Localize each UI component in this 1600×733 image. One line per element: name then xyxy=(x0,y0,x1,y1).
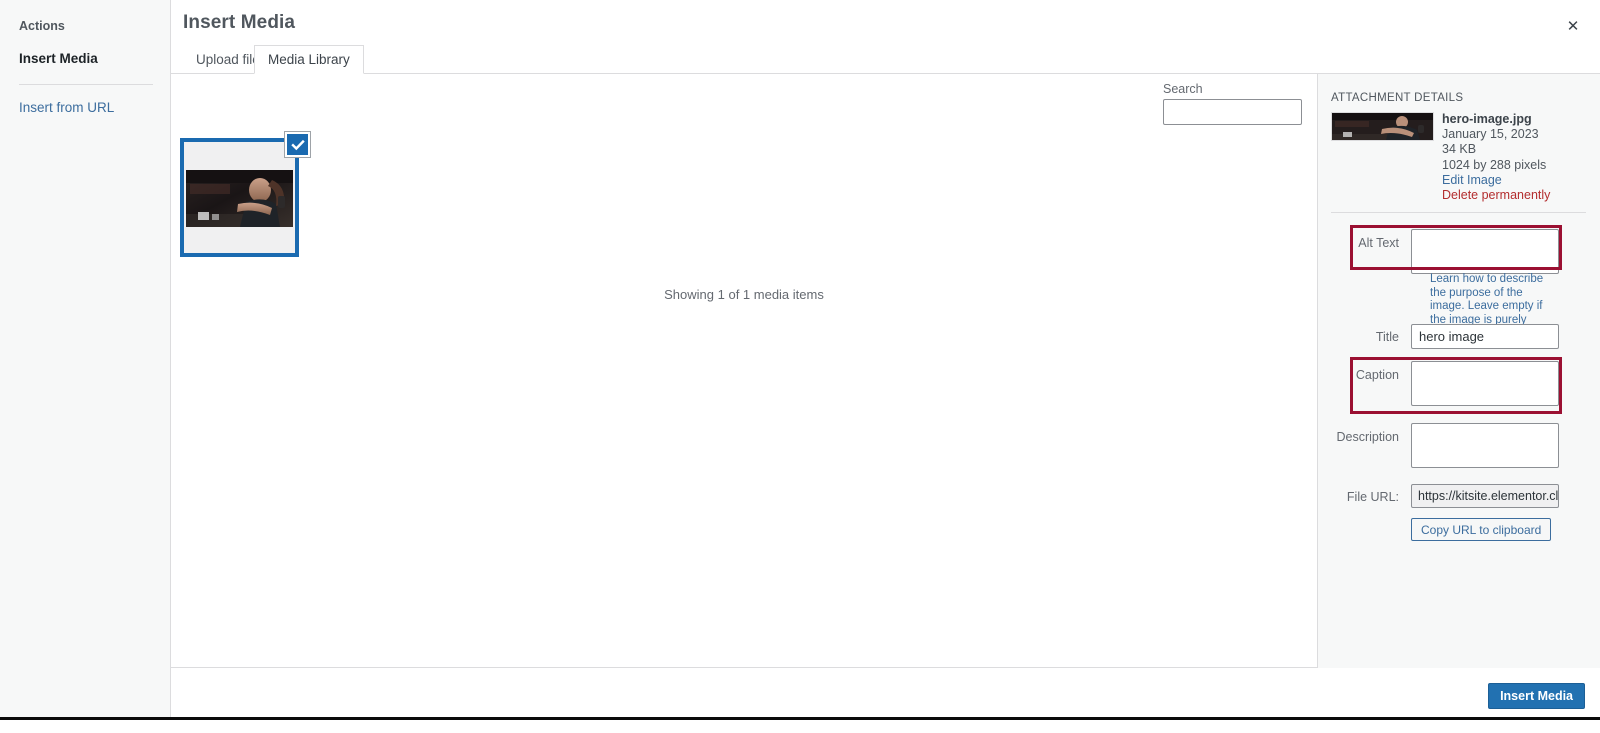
attachment-filename: hero-image.jpg xyxy=(1442,112,1532,126)
edit-image-link[interactable]: Edit Image xyxy=(1442,173,1592,188)
attachment-date: January 15, 2023 xyxy=(1442,127,1539,142)
media-item-image-wrap xyxy=(184,144,295,251)
insert-media-button[interactable]: Insert Media xyxy=(1488,683,1585,709)
alt-text-label: Alt Text xyxy=(1358,236,1399,250)
title-label: Title xyxy=(1375,330,1399,344)
page-background-bottom xyxy=(0,720,1600,733)
tab-media-library[interactable]: Media Library xyxy=(254,45,364,74)
attachment-details-panel: ATTACHMENT DETAILS hero-image.jpg Januar… xyxy=(1317,74,1600,668)
sidebar-item-insert-media[interactable]: Insert Media xyxy=(19,51,98,66)
sidebar-item-insert-from-url[interactable]: Insert from URL xyxy=(19,100,114,115)
attachment-preview-image xyxy=(1332,113,1433,140)
attachment-preview-thumbnail[interactable] xyxy=(1331,112,1434,141)
caption-field[interactable] xyxy=(1411,361,1559,406)
sidebar-heading: Actions xyxy=(19,19,65,33)
media-item-thumbnail[interactable] xyxy=(180,132,310,257)
sidebar-divider xyxy=(19,84,153,85)
delete-permanently-link[interactable]: Delete permanently xyxy=(1442,188,1592,203)
attachment-filesize: 34 KB xyxy=(1442,142,1477,157)
description-field[interactable] xyxy=(1411,423,1559,468)
attachment-metadata: hero-image.jpg January 15, 2023 34 KB 10… xyxy=(1442,112,1592,203)
caption-label: Caption xyxy=(1355,368,1399,382)
media-item-checkbox[interactable] xyxy=(285,132,310,157)
attachment-dimensions: 1024 by 288 pixels xyxy=(1442,157,1547,172)
title-field[interactable] xyxy=(1411,324,1559,349)
hero-image-thumbnail xyxy=(186,170,293,227)
insert-media-modal: Actions Insert Media Insert from URL Ins… xyxy=(0,0,1600,733)
search-input[interactable] xyxy=(1163,99,1302,125)
media-count-status: Showing 1 of 1 media items xyxy=(664,287,824,302)
details-divider xyxy=(1331,212,1586,213)
alt-text-field[interactable] xyxy=(1411,229,1559,274)
page-title: Insert Media xyxy=(183,12,296,33)
media-library-content: Search Showing 1 of 1 media items xyxy=(171,74,1317,668)
description-label: Description xyxy=(1336,430,1399,444)
file-url-label: File URL: xyxy=(1346,490,1399,504)
modal-footer: Insert Media xyxy=(171,669,1600,717)
close-icon[interactable]: ✕ xyxy=(1560,13,1586,39)
checkmark-icon xyxy=(290,139,305,150)
search-label: Search xyxy=(1163,82,1203,96)
file-url-field[interactable]: https://kitsite.elementor.clc xyxy=(1411,484,1559,508)
copy-url-button[interactable]: Copy URL to clipboard xyxy=(1411,518,1552,541)
attachment-details-heading: ATTACHMENT DETAILS xyxy=(1331,92,1464,104)
sidebar: Actions Insert Media Insert from URL xyxy=(0,0,171,718)
